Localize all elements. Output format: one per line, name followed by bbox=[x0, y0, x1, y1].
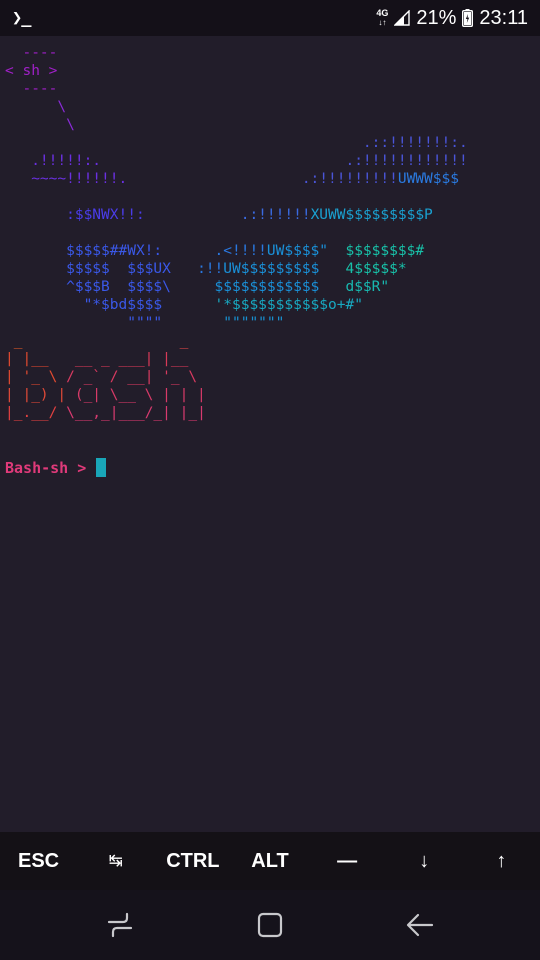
signal-icon bbox=[394, 10, 411, 26]
back-icon bbox=[406, 913, 434, 937]
prompt-label: Bash-sh > bbox=[5, 458, 96, 477]
ascii-segment: / _` / __| '_ \ bbox=[57, 369, 198, 385]
ascii-segment: XUWW$$$$$$$$$P bbox=[310, 207, 433, 223]
navigation-bar bbox=[0, 890, 540, 960]
ascii-segment: .:!!!!!! bbox=[144, 207, 311, 223]
home-icon bbox=[257, 912, 283, 938]
battery-percentage: 21% bbox=[416, 6, 457, 29]
recents-icon bbox=[107, 912, 133, 938]
ascii-segment: .!!!!!:. bbox=[5, 153, 102, 169]
terminal-icon: ❯_ bbox=[12, 8, 32, 28]
ascii-segment: | |__ bbox=[5, 351, 49, 367]
command-prompt[interactable]: Bash-sh > bbox=[5, 458, 107, 477]
ascii-segment bbox=[5, 189, 14, 205]
arrow-up-key[interactable]: ↑ bbox=[463, 850, 540, 873]
ascii-segment: .<!!!! bbox=[162, 243, 267, 259]
ascii-segment: '*$$$$$$$$$$$o+#" bbox=[162, 297, 363, 313]
ascii-segment: 4$$$$$* bbox=[319, 261, 407, 277]
ascii-segment: ~~~~!!!!!!. bbox=[5, 171, 128, 187]
ascii-segment: :!! bbox=[170, 261, 224, 277]
ascii-segment: $$$$$##WX!: bbox=[5, 243, 163, 259]
ascii-segment: |_.__/ bbox=[5, 405, 58, 421]
dash-key[interactable]: — bbox=[309, 850, 386, 873]
ascii-segment: | '_ \ bbox=[5, 369, 58, 385]
ascii-segment: __ _ ___| |__ bbox=[48, 351, 189, 367]
network-type-indicator: 4G ↓↑ bbox=[376, 8, 389, 28]
ascii-segment: $$$$$ $$$UX bbox=[5, 261, 171, 277]
ascii-segment: .:!!!!!!!!!!!! bbox=[101, 153, 468, 169]
terminal-output[interactable]: ---- < sh > ---- \ \ .::!!!!!!!:. .!!!!!… bbox=[0, 36, 540, 832]
ctrl-key[interactable]: CTRL bbox=[154, 850, 231, 873]
ascii-segment: UW$$$$" bbox=[266, 243, 329, 259]
ascii-segment: .::!!!!!!!:. bbox=[5, 135, 468, 151]
ascii-segment: (_| \__ \ | | | bbox=[66, 387, 206, 403]
extra-keys-row: ESC ↹ CTRL ALT — ↓ ↑ bbox=[0, 832, 540, 890]
arrow-down-key[interactable]: ↓ bbox=[386, 850, 463, 873]
ascii-segment: | |_) | bbox=[5, 387, 67, 403]
recents-button[interactable] bbox=[90, 895, 150, 955]
ascii-segment: _ bbox=[5, 333, 23, 349]
ascii-segment: """" bbox=[5, 315, 163, 331]
ascii-segment: d$$R" bbox=[319, 279, 390, 295]
ascii-segment: UW$$$$$$$$$ bbox=[223, 261, 320, 277]
ascii-segment: < sh > bbox=[5, 63, 58, 79]
ascii-segment: $$$$$$$$# bbox=[328, 243, 425, 259]
ascii-segment: UWWW$$$ bbox=[397, 171, 459, 187]
clock: 23:11 bbox=[479, 6, 528, 29]
text-cursor bbox=[96, 458, 107, 477]
ascii-segment: \ bbox=[5, 117, 75, 133]
home-button[interactable] bbox=[240, 895, 300, 955]
ascii-segment bbox=[5, 225, 14, 241]
ascii-segment: _ bbox=[22, 333, 189, 349]
ascii-segment: ---- bbox=[5, 81, 58, 97]
tab-key[interactable]: ↹ bbox=[77, 851, 154, 871]
ascii-segment: .:!!!!!!!!! bbox=[127, 171, 398, 187]
ascii-segment: \__,_|___/_| |_| bbox=[57, 405, 206, 421]
ascii-segment: ^$$$B $$$$\ bbox=[5, 279, 171, 295]
ascii-segment: """"""" bbox=[162, 315, 285, 331]
ascii-segment: $$$$$$$$$$$$ bbox=[170, 279, 320, 295]
back-button[interactable] bbox=[390, 895, 450, 955]
esc-key[interactable]: ESC bbox=[0, 850, 77, 873]
ascii-segment: ---- bbox=[5, 45, 58, 61]
ascii-segment: \ bbox=[5, 99, 67, 115]
status-bar: ❯_ 4G ↓↑ 21% 23:11 bbox=[0, 0, 540, 36]
alt-key[interactable]: ALT bbox=[231, 850, 308, 873]
battery-icon bbox=[462, 9, 474, 27]
ascii-art-banner: ---- < sh > ---- \ \ .::!!!!!!!:. .!!!!!… bbox=[5, 44, 468, 422]
ascii-segment: "*$bd$$$$ bbox=[5, 297, 163, 313]
ascii-segment: :$$NWX!!: bbox=[5, 207, 145, 223]
